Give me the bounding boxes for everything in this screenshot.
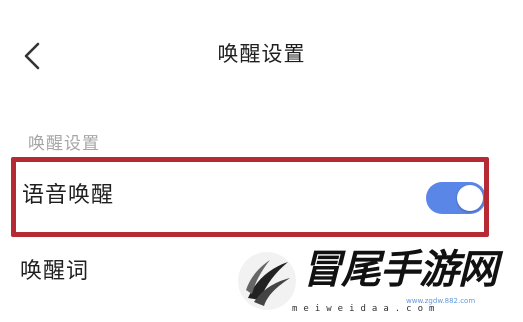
- section-header: 唤醒设置: [28, 134, 100, 154]
- highlight-annotation-box: [11, 157, 489, 237]
- wake-word-row[interactable]: 唤醒词: [0, 240, 523, 310]
- page-title: 唤醒设置: [217, 42, 306, 66]
- header: 唤醒设置: [0, 0, 523, 104]
- app-screen: 唤醒设置 唤醒设置 语音唤醒 唤醒词 冒尾手游网 meiweidaa.com w…: [0, 0, 523, 322]
- wake-word-label: 唤醒词: [20, 259, 90, 284]
